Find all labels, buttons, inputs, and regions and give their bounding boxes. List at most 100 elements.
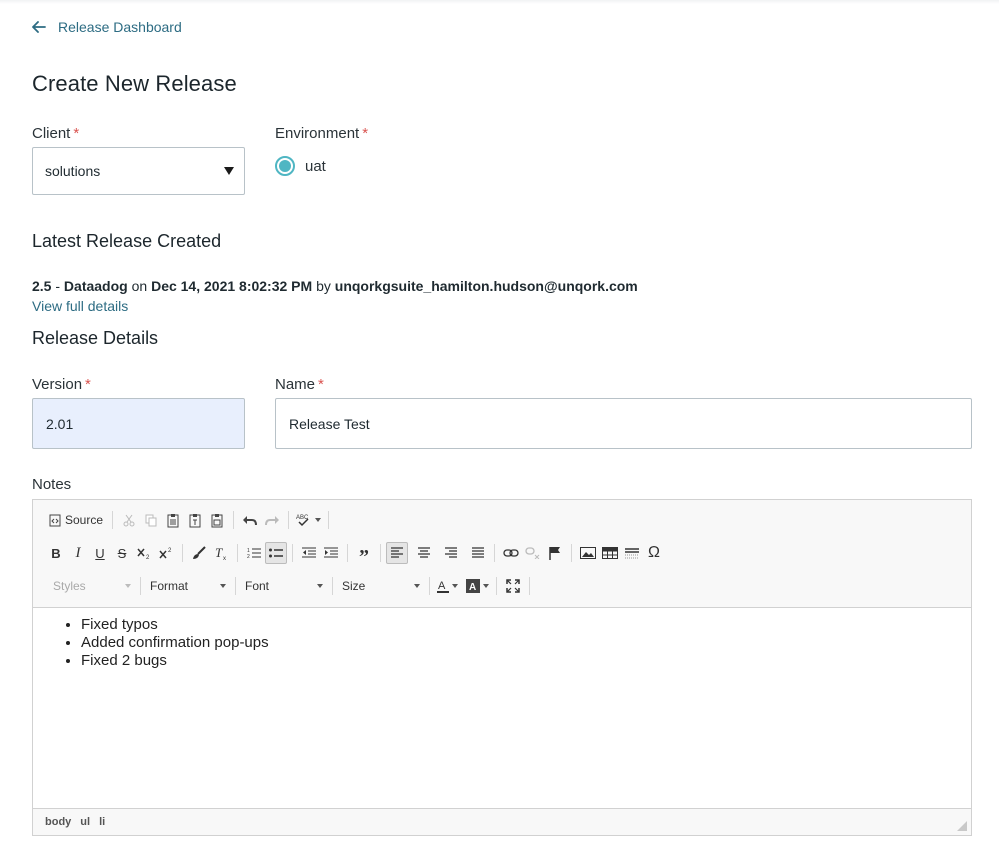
indent-icon <box>324 547 338 558</box>
toolbar-row-3: Styles Format Font Size A A <box>49 571 535 601</box>
paste-button[interactable] <box>162 509 184 531</box>
outdent-button[interactable] <box>298 542 320 564</box>
environment-label-text: Environment <box>275 125 360 142</box>
undo-button[interactable] <box>239 509 261 531</box>
toolbar-separator <box>292 544 293 562</box>
bold-button[interactable]: B <box>45 542 67 564</box>
subscript-icon: 2 <box>137 548 150 559</box>
environment-option-label: uat <box>305 157 326 175</box>
copy-button[interactable] <box>140 509 162 531</box>
special-char-button[interactable]: Ω <box>643 542 665 564</box>
text-color-button[interactable]: A <box>435 575 460 597</box>
horizontal-line-button[interactable] <box>621 542 643 564</box>
paste-word-button[interactable] <box>206 509 228 531</box>
paste-text-icon <box>189 513 201 527</box>
svg-text:2: 2 <box>168 548 172 554</box>
align-center-icon <box>418 547 430 558</box>
font-dropdown[interactable]: Font <box>241 575 327 597</box>
caret-down-icon <box>224 167 234 175</box>
toolbar-separator <box>233 511 235 529</box>
resize-handle-icon[interactable] <box>957 821 967 831</box>
quote-icon: ” <box>359 545 369 568</box>
omega-icon: Ω <box>648 544 660 561</box>
indent-button[interactable] <box>320 542 342 564</box>
align-right-button[interactable] <box>440 542 462 564</box>
strike-button[interactable]: S <box>111 542 133 564</box>
link-icon <box>503 549 519 557</box>
paste-word-icon <box>211 513 223 527</box>
align-center-button[interactable] <box>413 542 435 564</box>
radio-selected-icon[interactable] <box>275 156 295 176</box>
text-color-icon: A <box>437 580 449 593</box>
paste-text-button[interactable] <box>184 509 206 531</box>
horizontal-rule-icon <box>625 548 639 559</box>
underline-button[interactable]: U <box>89 542 111 564</box>
svg-text:2: 2 <box>247 554 250 559</box>
dropdown-arrow-icon <box>220 584 226 588</box>
blockquote-button[interactable]: ” <box>353 542 375 568</box>
page-title: Create New Release <box>32 71 237 96</box>
superscript-button[interactable]: 2 <box>155 542 177 564</box>
required-mark: * <box>318 376 324 393</box>
table-button[interactable] <box>599 542 621 564</box>
view-full-details-link[interactable]: View full details <box>32 298 128 314</box>
name-input[interactable]: Release Test <box>275 398 972 449</box>
size-dropdown[interactable]: Size <box>338 575 424 597</box>
link-button[interactable] <box>500 542 522 564</box>
copy-icon <box>145 514 157 527</box>
format-label: Format <box>150 579 189 593</box>
editor-content[interactable]: Fixed typos Added confirmation pop-ups F… <box>33 608 971 808</box>
strikethrough-icon: S <box>117 545 127 561</box>
numbered-list-button[interactable]: 12 <box>243 542 265 564</box>
unlink-button[interactable] <box>522 542 544 564</box>
environment-option-uat[interactable]: uat <box>275 156 326 176</box>
latest-date: Dec 14, 2021 8:02:32 PM <box>151 278 313 294</box>
format-dropdown[interactable]: Format <box>146 575 230 597</box>
bulleted-list-icon <box>269 548 283 558</box>
copy-format-button[interactable] <box>188 542 210 564</box>
svg-text:A: A <box>438 580 446 592</box>
latest-name: Dataadog <box>63 278 128 294</box>
toolbar-separator <box>496 577 497 595</box>
redo-button[interactable] <box>261 509 283 531</box>
spellcheck-icon: ABC <box>296 515 309 527</box>
background-color-icon: A <box>466 579 480 593</box>
numbered-list-icon: 12 <box>247 548 261 559</box>
spellcheck-button[interactable]: ABC <box>294 509 323 531</box>
toolbar-separator <box>288 511 290 529</box>
styles-label: Styles <box>53 579 86 593</box>
path-ul[interactable]: ul <box>80 816 90 828</box>
source-button[interactable]: Source <box>45 509 107 531</box>
image-button[interactable] <box>577 542 599 564</box>
styles-dropdown[interactable]: Styles <box>49 575 135 597</box>
bg-color-button[interactable]: A <box>464 575 491 597</box>
path-li[interactable]: li <box>99 816 105 828</box>
svg-text:T: T <box>215 546 223 560</box>
notes-editor[interactable]: Source ABC B I U S 2 2 Tx 1 2 ” Ω Styles… <box>32 499 972 836</box>
on-text: on <box>127 278 152 294</box>
justify-button[interactable] <box>467 542 489 564</box>
client-select[interactable]: solutions <box>32 147 245 195</box>
latest-release-summary: 2.5 - Dataadog on Dec 14, 2021 8:02:32 P… <box>32 278 638 294</box>
version-label-text: Version <box>32 376 83 393</box>
path-body[interactable]: body <box>45 816 71 828</box>
bulleted-list-button[interactable] <box>265 542 287 564</box>
version-label: Version * <box>32 376 91 393</box>
align-left-button[interactable] <box>386 542 408 564</box>
editor-path-bar: body ul li <box>33 808 971 835</box>
italic-button[interactable]: I <box>67 542 89 564</box>
toolbar-separator <box>429 577 430 595</box>
remove-format-button[interactable]: Tx <box>210 542 232 564</box>
by-text: by <box>312 278 335 294</box>
subscript-button[interactable]: 2 <box>133 542 155 564</box>
anchor-button[interactable] <box>544 542 566 564</box>
editor-toolbar: Source ABC B I U S 2 2 Tx 1 2 ” Ω Styles… <box>33 500 971 608</box>
italic-icon: I <box>75 544 81 561</box>
flag-icon <box>549 547 560 560</box>
cut-button[interactable] <box>118 509 140 531</box>
version-input[interactable]: 2.01 <box>32 398 245 449</box>
dropdown-arrow-icon <box>317 584 323 588</box>
toolbar-separator <box>140 577 141 595</box>
maximize-button[interactable] <box>502 575 524 597</box>
back-link[interactable]: Release Dashboard <box>32 17 182 37</box>
